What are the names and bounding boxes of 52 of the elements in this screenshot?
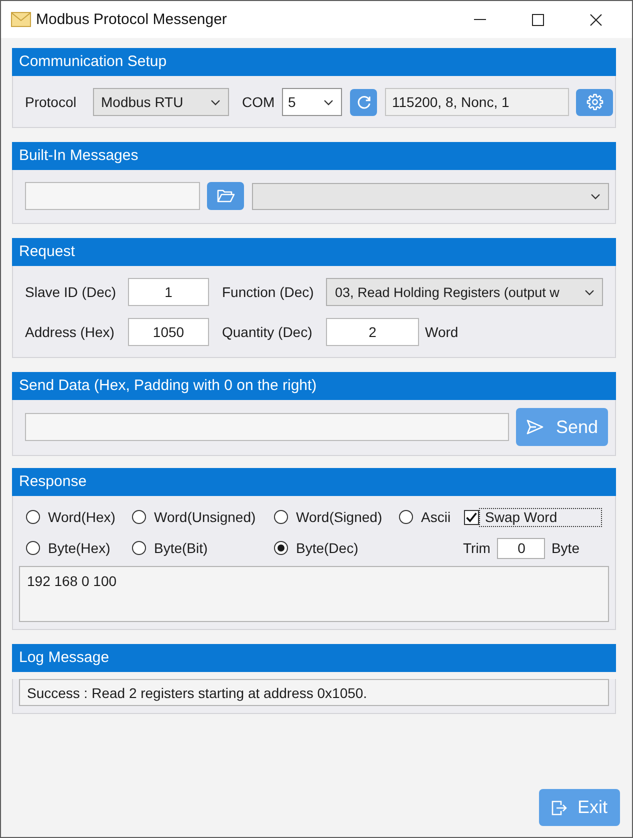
caret-icon	[211, 100, 220, 104]
send-icon	[526, 419, 544, 435]
format-radio[interactable]: Byte(Hex)	[25, 540, 131, 556]
send-data-field[interactable]	[25, 413, 509, 441]
format-radio[interactable]: Word(Unsigned)	[131, 509, 273, 525]
section-header: Send Data (Hex, Padding with 0 on the right)	[12, 372, 616, 400]
envelope-icon	[11, 12, 31, 27]
section-header: Built-In Messages	[12, 142, 616, 170]
log-message-field: Success : Read 2 registers starting at address 0x1050.	[19, 679, 609, 706]
exit-icon	[551, 800, 568, 816]
trim-label: Trim	[463, 540, 490, 556]
trim-field[interactable]: 0	[497, 538, 546, 558]
section-header: Log Message	[12, 644, 616, 672]
folder-icon	[216, 189, 234, 203]
close-icon	[590, 14, 602, 26]
quantity-field[interactable]: 2	[326, 318, 419, 346]
quantity-unit-label: Word	[425, 324, 458, 340]
quantity-label: Quantity (Dec)	[222, 324, 314, 340]
settings-icon	[586, 94, 602, 110]
section-header: Communication Setup	[12, 48, 616, 76]
response-output[interactable]: 192 168 0 100	[19, 566, 609, 622]
format-radio[interactable]: Byte(Dec)	[273, 540, 398, 556]
format-radio[interactable]: Ascii	[398, 509, 464, 525]
section-header: Response	[12, 468, 616, 496]
caret-icon	[324, 100, 333, 104]
section-header: Request	[12, 238, 616, 266]
port-settings-field[interactable]: 115200, 8, Nonc, 1	[385, 88, 569, 116]
address-field[interactable]: 1050	[128, 318, 209, 346]
refresh-icon	[356, 95, 370, 109]
caret-icon	[591, 194, 600, 198]
function-label: Function (Dec)	[222, 284, 315, 300]
caret-icon	[585, 290, 594, 294]
slave-id-label: Slave ID (Dec)	[25, 284, 118, 300]
refresh-button[interactable]	[350, 88, 377, 116]
message-select[interactable]	[252, 182, 609, 210]
message-file-field[interactable]	[25, 182, 200, 210]
window-title: Modbus Protocol Messenger	[36, 11, 227, 28]
format-radio[interactable]: Word(Hex)	[25, 509, 131, 525]
format-radio[interactable]: Byte(Bit)	[131, 540, 273, 556]
protocol-label: Protocol	[25, 94, 78, 110]
protocol-select[interactable]: Modbus RTU	[93, 88, 229, 116]
address-label: Address (Hex)	[25, 324, 116, 340]
settings-button[interactable]	[576, 88, 613, 116]
minimize-icon	[474, 19, 486, 20]
slave-id-field[interactable]: 1	[128, 278, 209, 306]
open-file-button[interactable]	[207, 182, 244, 210]
com-port-select[interactable]: 5	[282, 88, 342, 116]
trim-unit-label: Byte	[551, 540, 580, 556]
format-radio[interactable]: Word(Signed)	[273, 509, 398, 525]
com-label: COM	[242, 94, 276, 110]
function-select[interactable]: 03, Read Holding Registers (output w	[326, 278, 603, 306]
maximize-icon	[532, 14, 544, 26]
